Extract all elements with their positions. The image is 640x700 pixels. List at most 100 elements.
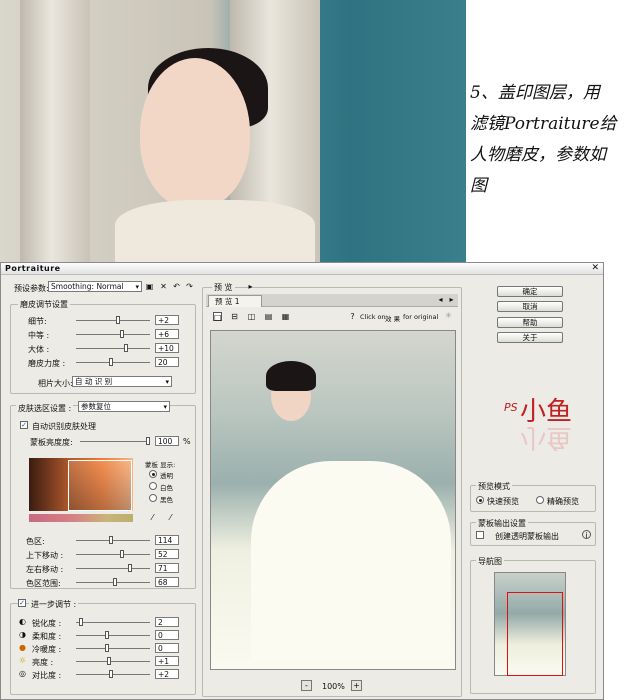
enhancements-checkbox[interactable]: ✓ [18, 599, 26, 607]
slider-thumb[interactable] [109, 670, 113, 678]
contrast-slider[interactable] [76, 670, 150, 678]
slider-thumb[interactable] [113, 578, 117, 586]
help-button[interactable]: 帮助 [497, 317, 563, 328]
cancel-button[interactable]: 取消 [497, 301, 563, 312]
brightness-value[interactable]: +1 [155, 656, 179, 666]
ok-button[interactable]: 确定 [497, 286, 563, 297]
saturation-value[interactable]: 52 [155, 549, 179, 559]
enhancements-title: 进一步调节 : [29, 599, 79, 610]
threshold-slider[interactable] [76, 358, 150, 366]
contrast-value[interactable]: +2 [155, 669, 179, 679]
mask-view-icon[interactable]: ▦ [281, 312, 290, 321]
hue-bar[interactable] [29, 514, 133, 522]
split-vertical-icon[interactable]: ◫ [247, 312, 256, 321]
eyedropper-icon[interactable]: ⁄ [148, 513, 157, 522]
slider-thumb[interactable] [105, 644, 109, 652]
about-button[interactable]: 关于 [497, 332, 563, 343]
mask-output-title: 蒙板输出设置 [476, 518, 528, 529]
slider-thumb[interactable] [124, 344, 128, 352]
fast-preview-radio[interactable] [476, 496, 484, 504]
warmth-slider[interactable] [76, 644, 150, 652]
accurate-preview-radio[interactable] [536, 496, 544, 504]
saturation-slider[interactable] [76, 550, 150, 558]
slider-thumb[interactable] [120, 330, 124, 338]
caption-text: 5、盖印图层，用 滤镜Portraiture给 人物磨皮，参数如 图 [470, 83, 617, 196]
click-hint-effect: 效 果 [385, 315, 401, 323]
slider-thumb[interactable] [120, 550, 124, 558]
undo-icon[interactable]: ↶ [172, 282, 181, 291]
preset-dropdown[interactable]: Smoothing: Normal [48, 281, 142, 292]
slider-label: 亮度 : [32, 658, 54, 667]
slider-label: 色区: [26, 537, 45, 546]
auto-mask-checkbox[interactable]: ✓ [20, 421, 28, 429]
softness-value[interactable]: 0 [155, 630, 179, 640]
hue-slider[interactable] [76, 536, 150, 544]
detail-medium-slider[interactable] [76, 330, 150, 338]
mask-white-radio[interactable] [149, 482, 157, 490]
preview-mode-title: 预览模式 [476, 481, 512, 492]
slider-thumb[interactable] [105, 631, 109, 639]
slider-thumb[interactable] [146, 437, 150, 445]
split-horizontal-icon[interactable]: ⊟ [230, 312, 239, 321]
preview-image[interactable] [210, 330, 456, 670]
detail-large-slider[interactable] [76, 344, 150, 352]
detail-large-value[interactable]: +10 [155, 343, 179, 353]
mask-preview-label: 蒙板 显示: [145, 461, 176, 469]
detail-smoothing-title: 磨皮调节设置 [18, 299, 70, 310]
contrast-icon: ◎ [19, 669, 26, 678]
brightness-slider[interactable] [76, 657, 150, 665]
click-hint-original: for original [403, 313, 439, 321]
slider-label: 冷暖度 : [32, 645, 62, 654]
slider-thumb[interactable] [79, 618, 83, 626]
slider-thumb[interactable] [128, 564, 132, 572]
single-view-icon[interactable]: □ [213, 312, 222, 322]
tab-preview-1[interactable]: 预 览 1 [208, 295, 262, 307]
save-icon[interactable]: ▣ [145, 282, 154, 291]
mask-transparent-radio[interactable] [149, 470, 157, 478]
detail-medium-value[interactable]: +6 [155, 329, 179, 339]
slider-thumb[interactable] [116, 316, 120, 324]
tab-next-icon[interactable]: ▸ [447, 295, 456, 304]
slider-label: 细节: [28, 317, 47, 326]
slider-thumb[interactable] [109, 358, 113, 366]
slider-label: 上下移动 : [26, 551, 64, 560]
accurate-preview-label: 精确预览 [547, 497, 579, 506]
softness-slider[interactable] [76, 631, 150, 639]
fast-preview-label: 快速预览 [487, 497, 519, 506]
zoom-out-button[interactable]: - [301, 680, 312, 691]
slider-label: 中等 : [28, 331, 50, 340]
luminance-slider[interactable] [76, 564, 150, 572]
slider-thumb[interactable] [107, 657, 111, 665]
info-icon[interactable]: i [582, 530, 591, 540]
split-quad-icon[interactable]: ▤ [264, 312, 273, 321]
opacity-value[interactable]: 100 [155, 436, 179, 446]
threshold-value[interactable]: 20 [155, 357, 179, 367]
size-label: 相片大小: [38, 379, 73, 388]
mask-output-checkbox[interactable] [476, 531, 484, 539]
zoom-in-button[interactable]: + [351, 680, 362, 691]
detail-fine-slider[interactable] [76, 316, 150, 324]
luminance-value[interactable]: 71 [155, 563, 179, 573]
navigator-viewport[interactable] [507, 592, 563, 676]
delete-icon[interactable]: ✕ [159, 282, 168, 291]
slider-thumb[interactable] [109, 536, 113, 544]
sharpness-value[interactable]: 2 [155, 617, 179, 627]
warmth-value[interactable]: 0 [155, 643, 179, 653]
opacity-slider[interactable] [80, 437, 150, 445]
hue-value[interactable]: 114 [155, 535, 179, 545]
latitude-slider[interactable] [76, 578, 150, 586]
detail-fine-value[interactable]: +2 [155, 315, 179, 325]
latitude-value[interactable]: 68 [155, 577, 179, 587]
mask-black-radio[interactable] [149, 494, 157, 502]
sharpness-slider[interactable] [76, 618, 150, 626]
skin-range-box[interactable] [68, 460, 132, 511]
play-icon[interactable]: ▸ [246, 282, 255, 291]
preset-label: 预设参数: [14, 284, 49, 293]
slider-label: 大体 : [28, 345, 50, 354]
tab-prev-icon[interactable]: ◂ [436, 295, 445, 304]
eyedropper-plus-icon[interactable]: ⁄ [166, 513, 175, 522]
redo-icon[interactable]: ↷ [185, 282, 194, 291]
size-dropdown[interactable]: 自 动 识 别 [72, 376, 172, 387]
mask-reset-dropdown[interactable]: 参数复位 [78, 401, 170, 412]
close-icon[interactable]: ✕ [591, 263, 599, 273]
